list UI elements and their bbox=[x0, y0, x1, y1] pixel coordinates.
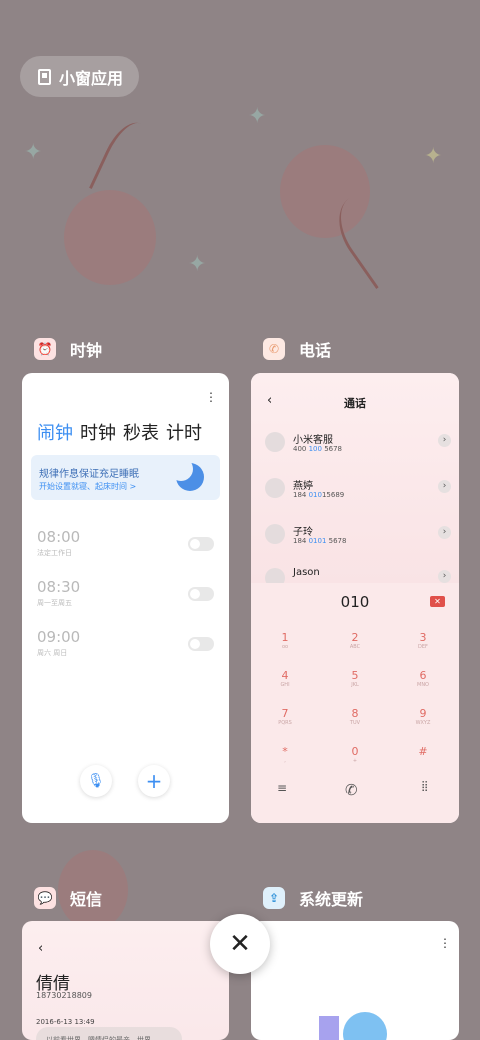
alarm-repeat: 周六 周日 bbox=[37, 649, 68, 657]
dial-key-8[interactable]: 8 TUV bbox=[335, 707, 375, 726]
avatar bbox=[265, 524, 285, 544]
contact-row[interactable]: 小米客服 400 100 5678 › bbox=[265, 428, 451, 458]
contact-row[interactable]: 子玲 184 0101 5678 › bbox=[265, 520, 451, 550]
avatar bbox=[265, 432, 285, 452]
dialed-number: 010 bbox=[340, 593, 370, 611]
sparkle-decoration: ✦ bbox=[424, 144, 443, 169]
avatar bbox=[265, 478, 285, 498]
chevron-right-icon[interactable]: › bbox=[438, 526, 451, 539]
contact-name: 小米客服 bbox=[293, 435, 333, 446]
sms-card-header: 💬 短信 bbox=[34, 886, 102, 910]
small-window-label: 小窗应用 bbox=[59, 68, 124, 88]
voice-alarm-button[interactable]: 🎙 bbox=[80, 765, 112, 797]
sms-contact-number: 18730218809 bbox=[36, 991, 92, 1000]
contact-number: 184 0101 5678 bbox=[293, 537, 347, 545]
dial-key-6[interactable]: 6 MNO bbox=[403, 669, 443, 688]
dial-key-9[interactable]: 9 WXYZ bbox=[403, 707, 443, 726]
contact-row[interactable]: 燕婷 184 01015689 › bbox=[265, 474, 451, 504]
contact-name: 燕婷 bbox=[293, 481, 313, 492]
alarm-repeat: 周一至周五 bbox=[37, 599, 72, 607]
alarm-toggle[interactable] bbox=[188, 637, 214, 651]
dial-key-1[interactable]: 1 oo bbox=[265, 631, 305, 650]
message-date: 2016-6-13 13:49 bbox=[36, 1018, 95, 1026]
phone-app-icon: ✆ bbox=[263, 338, 285, 360]
miui-logo bbox=[319, 1012, 389, 1040]
close-icon: ✕ bbox=[229, 929, 251, 959]
microphone-icon: 🎙 bbox=[87, 773, 105, 789]
plus-icon: + bbox=[145, 769, 163, 793]
alarm-item[interactable]: 08:00 法定工作日 bbox=[37, 528, 80, 558]
dial-key-5[interactable]: 5 JKL bbox=[335, 669, 375, 688]
dial-key-3[interactable]: 3 DEF bbox=[403, 631, 443, 650]
clock-app-window[interactable]: ⋮ 闹钟 时钟 秒表 计时 规律作息保证充足睡眠 开始设置就寝、起床时间 > 0… bbox=[22, 373, 229, 823]
dial-pad: 010 ✕ 1 oo 2 ABC 3 DEF 4 GHI 5 JKL 6 MNO 7 PQRS… bbox=[251, 583, 459, 823]
alarm-toggle[interactable] bbox=[188, 537, 214, 551]
dial-key-7[interactable]: 7 PQRS bbox=[265, 707, 305, 726]
banner-title: 规律作息保证充足睡眠 bbox=[39, 469, 139, 480]
more-options-icon[interactable]: ⋮ bbox=[205, 391, 217, 403]
message-bubble: 以前看世界，嗯情侣的最亲，世界 bbox=[36, 1027, 182, 1040]
dial-key-4[interactable]: 4 GHI bbox=[265, 669, 305, 688]
update-app-name: 系统更新 bbox=[299, 890, 364, 909]
close-all-button[interactable]: ✕ bbox=[210, 914, 270, 974]
back-icon[interactable]: ‹ bbox=[38, 941, 43, 956]
messages-app-icon: 💬 bbox=[34, 887, 56, 909]
call-icon[interactable]: ✆ bbox=[345, 781, 358, 799]
contact-name: Jason bbox=[293, 567, 320, 578]
keypad-icon[interactable]: ⣿ bbox=[421, 781, 428, 792]
banner-subtitle: 开始设置就寝、起床时间 > bbox=[39, 482, 137, 491]
phone-card-header: ✆ 电话 bbox=[263, 337, 331, 361]
more-options-icon[interactable]: ⋮ bbox=[439, 937, 451, 949]
clock-tabs: 闹钟 时钟 秒表 计时 bbox=[37, 419, 202, 445]
sparkle-decoration: ✦ bbox=[24, 140, 43, 165]
backspace-icon[interactable]: ✕ bbox=[430, 596, 445, 607]
alarm-item[interactable]: 09:00 周六 周日 bbox=[37, 628, 80, 658]
contact-number: 400 100 5678 bbox=[293, 445, 343, 453]
cherry-stem-decoration bbox=[88, 115, 160, 205]
clock-app-name: 时钟 bbox=[70, 341, 103, 360]
dial-key-star[interactable]: *, bbox=[265, 745, 305, 764]
chevron-right-icon[interactable]: › bbox=[438, 480, 451, 493]
clock-app-icon: ⏰ bbox=[34, 338, 56, 360]
contact-name: 子玲 bbox=[293, 527, 313, 538]
add-alarm-button[interactable]: + bbox=[138, 765, 170, 797]
update-card-header: ⇪ 系统更新 bbox=[263, 886, 363, 910]
tab-alarm[interactable]: 闹钟 bbox=[37, 419, 73, 445]
tab-stopwatch[interactable]: 秒表 bbox=[123, 419, 159, 445]
sparkle-decoration: ✦ bbox=[248, 104, 267, 129]
alarm-time: 09:00 bbox=[37, 628, 81, 646]
alarm-time: 08:00 bbox=[37, 528, 81, 546]
contact-number: 184 01015689 bbox=[293, 491, 345, 499]
dial-key-0[interactable]: 0 + bbox=[335, 745, 375, 764]
menu-icon[interactable]: ≡ bbox=[277, 781, 287, 795]
phone-title: 通话 bbox=[344, 397, 366, 410]
dial-key-hash[interactable]: # bbox=[403, 745, 443, 758]
system-update-icon: ⇪ bbox=[263, 887, 285, 909]
clock-card-header: ⏰ 时钟 bbox=[34, 337, 102, 361]
system-update-window[interactable]: ⋮ bbox=[251, 921, 459, 1040]
tab-timer[interactable]: 计时 bbox=[166, 419, 202, 445]
tab-clock[interactable]: 时钟 bbox=[80, 419, 116, 445]
small-window-icon bbox=[38, 68, 51, 85]
dial-key-2[interactable]: 2 ABC bbox=[335, 631, 375, 650]
sparkle-decoration: ✦ bbox=[188, 252, 207, 277]
alarm-toggle[interactable] bbox=[188, 587, 214, 601]
small-window-apps-button[interactable]: 小窗应用 bbox=[20, 56, 139, 97]
chevron-right-icon[interactable]: › bbox=[438, 570, 451, 583]
sms-app-window[interactable]: ‹ 倩倩 18730218809 2016-6-13 13:49 以前看世界，嗯… bbox=[22, 921, 229, 1040]
alarm-time: 08:30 bbox=[37, 578, 81, 596]
cherry-decoration bbox=[64, 190, 156, 285]
moon-icon bbox=[169, 457, 204, 491]
chevron-right-icon[interactable]: › bbox=[438, 434, 451, 447]
alarm-item[interactable]: 08:30 周一至周五 bbox=[37, 578, 80, 608]
phone-app-window[interactable]: ‹ 通话 小米客服 400 100 5678 › 燕婷 184 01015689… bbox=[251, 373, 459, 823]
phone-app-name: 电话 bbox=[299, 341, 332, 360]
alarm-repeat: 法定工作日 bbox=[37, 549, 72, 557]
sms-app-name: 短信 bbox=[70, 890, 103, 909]
sleep-banner[interactable]: 规律作息保证充足睡眠 开始设置就寝、起床时间 > bbox=[31, 455, 220, 500]
